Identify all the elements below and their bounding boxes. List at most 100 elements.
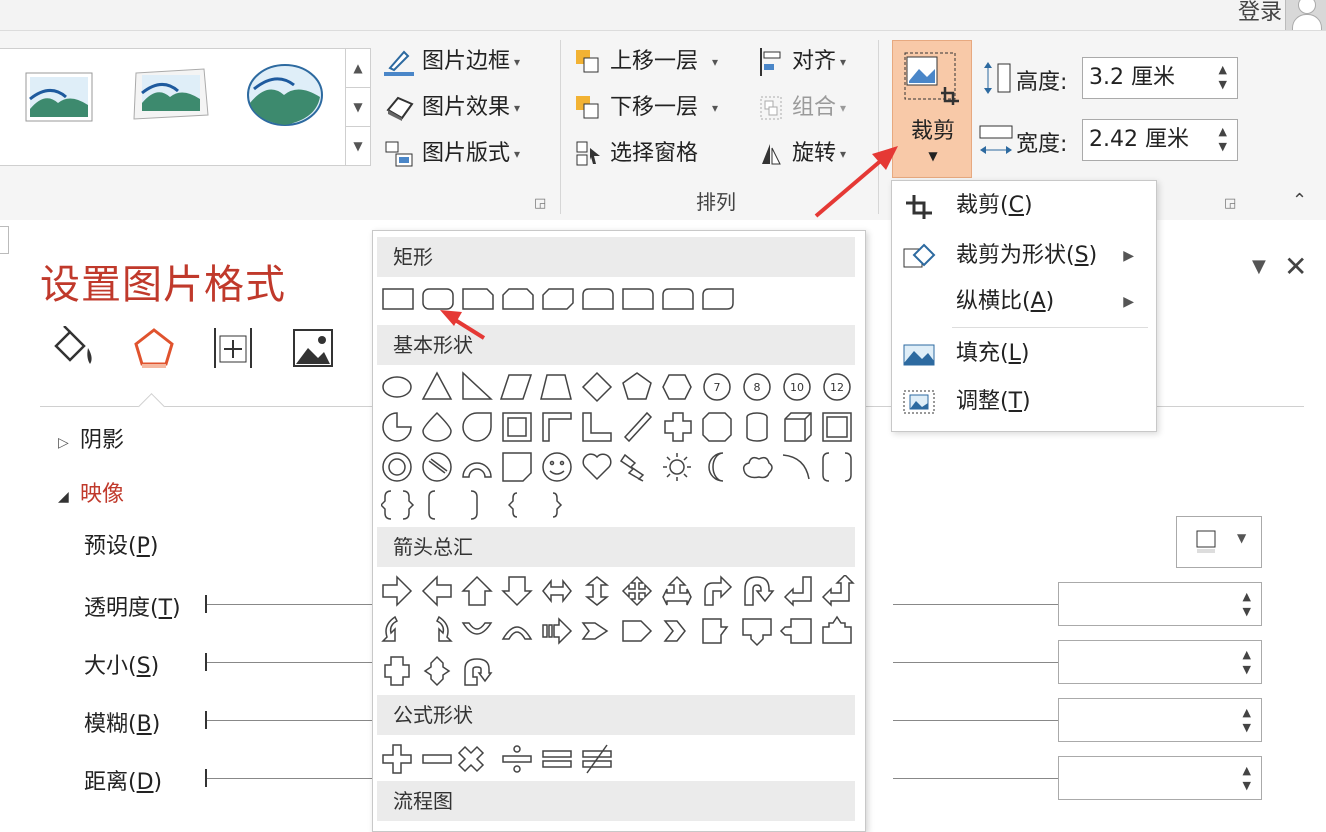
gallery-down-icon[interactable]: ▼ — [346, 88, 370, 127]
group-button[interactable]: 组合 ▾ — [760, 90, 846, 126]
snip-corner-rect-icon — [462, 288, 494, 310]
height-field[interactable]: 3.2 厘米 ▲ ▼ — [1082, 57, 1238, 99]
svg-text:10: 10 — [790, 381, 804, 394]
fill-line-tab-icon[interactable] — [50, 326, 98, 370]
selection-pane-button[interactable]: 选择窗格 — [576, 136, 698, 172]
group-divider — [560, 40, 561, 214]
align-button[interactable]: 对齐 ▾ — [760, 44, 846, 80]
distance-slider[interactable] — [205, 769, 375, 787]
blur-slider[interactable] — [205, 711, 375, 729]
group-divider — [878, 40, 879, 214]
width-icon — [979, 125, 1013, 154]
send-backward-icon — [576, 94, 602, 122]
picture-border-button[interactable]: 图片边框 ▾ — [384, 44, 520, 80]
menu-item-crop-to-shape[interactable]: 裁剪为形状(S) ▶ — [892, 233, 1154, 279]
stepper-icon[interactable]: ▲ ▼ — [1243, 763, 1251, 793]
size-launcher-icon[interactable]: ◲ — [1224, 196, 1236, 211]
picture-tab-icon[interactable] — [290, 326, 338, 370]
stepper-icon[interactable]: ▲ ▼ — [1243, 647, 1251, 677]
rectangle-shape-icon — [382, 288, 414, 310]
pane-title: 设置图片格式 — [40, 262, 286, 308]
menu-item-fill[interactable]: 填充(L) — [892, 331, 1154, 377]
snip-diagonal-rect-icon — [542, 288, 574, 310]
submenu-arrow-icon: ▶ — [1123, 248, 1134, 264]
rotate-button[interactable]: 旋转 ▾ — [760, 136, 846, 172]
section-shadow[interactable]: ▷ 阴影 — [58, 422, 124, 454]
size-label: 大小(S) — [84, 654, 160, 679]
size-slider[interactable] — [205, 653, 375, 671]
effects-tab-icon[interactable] — [130, 326, 178, 370]
shape-gallery-menu: 矩形 基本形状 7 8 10 12 箭头总汇 公式形状 流程图 — [372, 230, 866, 832]
picture-layout-button[interactable]: 图片版式 ▾ — [384, 136, 520, 172]
collapse-ribbon-icon[interactable]: ⌃ — [1292, 190, 1307, 211]
menu-divider — [952, 327, 1148, 328]
equation-shapes-row — [382, 744, 612, 774]
crop-dropdown-icon: ▼ — [928, 149, 938, 163]
round-diagonal-rect-icon — [702, 288, 734, 310]
svg-text:8: 8 — [754, 381, 761, 394]
size-field[interactable]: ▲ ▼ — [1058, 640, 1262, 684]
distance-label: 距离(D) — [84, 770, 163, 795]
pane-options-icon[interactable]: ▼ — [1252, 256, 1266, 277]
height-stepper-icon[interactable]: ▲ ▼ — [1219, 62, 1227, 92]
picture-style-gallery — [0, 48, 346, 166]
picture-style-thumb-icon[interactable] — [132, 65, 210, 121]
round-single-corner-rect-icon — [622, 288, 654, 310]
picture-effects-button[interactable]: 图片效果 ▾ — [384, 90, 520, 126]
stepper-icon[interactable]: ▲ ▼ — [1243, 705, 1251, 735]
crop-dropdown-menu: 裁剪(C) 裁剪为形状(S) ▶ 纵横比(A) ▶ 填充(L) 调整(T) — [891, 180, 1157, 432]
menu-item-fit[interactable]: 调整(T) — [892, 379, 1154, 425]
fill-icon — [903, 344, 935, 366]
close-icon[interactable]: ✕ — [1284, 250, 1307, 283]
preset-icon — [1196, 530, 1216, 553]
size-properties-tab-icon[interactable] — [210, 326, 258, 370]
dropdown-arrow-icon: ▼ — [1237, 531, 1247, 545]
picture-style-thumb-icon[interactable] — [246, 63, 324, 127]
collapse-icon: ◢ — [58, 489, 69, 505]
basic-shapes-grid: 7 8 10 12 — [381, 371, 852, 520]
crop-label: 裁剪 — [910, 119, 955, 144]
picture-styles-launcher-icon[interactable]: ◲ — [534, 196, 546, 211]
crop-button[interactable]: 裁剪 ▼ — [892, 40, 972, 178]
preset-dropdown[interactable]: ▼ — [1176, 516, 1262, 568]
section-reflection[interactable]: ◢ 映像 — [58, 476, 124, 508]
distance-field[interactable]: ▲ ▼ — [1058, 756, 1262, 800]
arrange-group-label: 排列 — [696, 190, 736, 214]
picture-effects-icon — [384, 94, 414, 122]
height-icon — [984, 62, 1011, 94]
picture-layout-icon — [384, 140, 414, 168]
blur-slider-track[interactable] — [893, 720, 1058, 721]
menu-item-crop[interactable]: 裁剪(C) — [892, 183, 1154, 229]
distance-slider-track[interactable] — [893, 778, 1058, 779]
size-slider-track[interactable] — [893, 662, 1058, 663]
crop-icon — [904, 52, 959, 105]
gallery-more-icon[interactable]: ▼ — [346, 127, 370, 165]
round-corner-rect-icon — [582, 288, 614, 310]
gallery-up-icon[interactable]: ▲ — [346, 49, 370, 88]
selection-pane-icon — [576, 140, 602, 168]
menu-item-aspect-ratio[interactable]: 纵横比(A) ▶ — [892, 279, 1154, 325]
picture-style-thumb-icon[interactable] — [20, 69, 98, 125]
bring-forward-button[interactable]: 上移一层 ▾ — [576, 44, 718, 80]
category-rectangles: 矩形 — [377, 237, 855, 277]
transparency-label: 透明度(T) — [84, 596, 181, 621]
transparency-slider-track[interactable] — [893, 604, 1058, 605]
width-field[interactable]: 2.42 厘米 ▲ ▼ — [1082, 119, 1238, 161]
crop-to-shape-icon — [903, 243, 936, 268]
width-stepper-icon[interactable]: ▲ ▼ — [1219, 124, 1227, 154]
gallery-scroll[interactable]: ▲ ▼ ▼ — [345, 48, 371, 166]
stepper-icon[interactable]: ▲ ▼ — [1243, 589, 1251, 619]
blur-field[interactable]: ▲ ▼ — [1058, 698, 1262, 742]
send-backward-button[interactable]: 下移一层 ▾ — [576, 90, 718, 126]
blur-label: 模糊(B) — [84, 712, 161, 737]
category-basic-shapes: 基本形状 — [377, 325, 855, 365]
fit-icon — [903, 390, 935, 414]
preset-label: 预设(P) — [84, 534, 159, 559]
align-icon — [760, 48, 782, 76]
transparency-field[interactable]: ▲ ▼ — [1058, 582, 1262, 626]
login-link[interactable]: 登录 — [1238, 0, 1282, 26]
submenu-arrow-icon: ▶ — [1123, 294, 1134, 310]
transparency-slider[interactable] — [205, 595, 375, 613]
user-avatar-icon[interactable] — [1285, 0, 1326, 32]
picture-border-icon — [384, 48, 414, 76]
